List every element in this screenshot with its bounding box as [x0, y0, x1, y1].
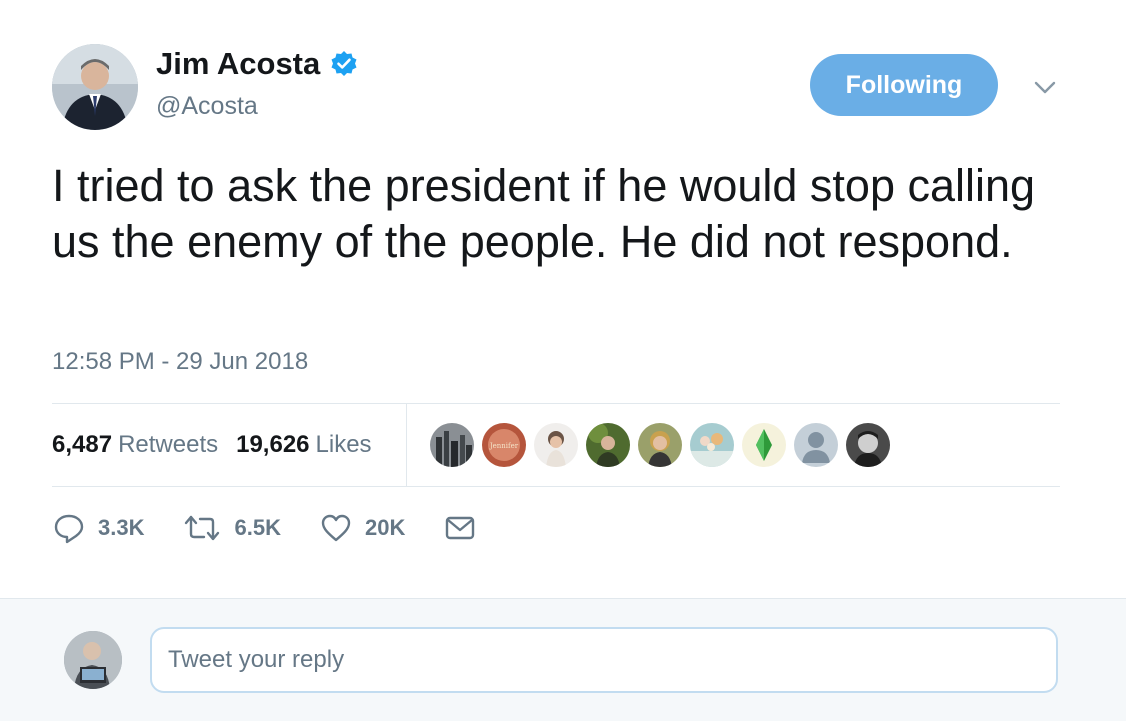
divider-bottom [52, 486, 1060, 487]
liker-avatar[interactable] [430, 423, 474, 467]
tweet-actions: 3.3K 6.5K 20K [52, 506, 515, 550]
author-handle[interactable]: @Acosta [156, 92, 258, 121]
tweet-card: Jim Acosta @Acosta Following I tried to … [0, 0, 1126, 598]
retweet-count: 6.5K [234, 515, 281, 540]
liker-avatar[interactable] [690, 423, 734, 467]
liker-avatar[interactable]: Jennifer [482, 423, 526, 467]
reply-count: 3.3K [98, 515, 145, 540]
likes-label: Likes [315, 431, 372, 458]
stats-divider [406, 404, 407, 486]
liker-avatar[interactable] [534, 423, 578, 467]
retweet-icon [185, 515, 220, 541]
liker-avatar[interactable] [586, 423, 630, 467]
author-avatar[interactable] [52, 44, 138, 130]
liker-avatar[interactable] [794, 423, 838, 467]
retweets-count: 6,487 [52, 431, 113, 458]
tweet-text: I tried to ask the president if he would… [52, 160, 1036, 267]
reply-area [0, 598, 1126, 721]
like-button[interactable]: 20K [319, 512, 405, 544]
tweet-timestamp[interactable]: 12:58 PM - 29 Jun 2018 [52, 348, 308, 376]
verified-badge-icon [331, 51, 357, 76]
retweets-label: Retweets [118, 431, 219, 458]
direct-message-button[interactable] [443, 512, 477, 544]
envelope-icon [446, 516, 475, 540]
like-count: 20K [364, 515, 406, 540]
reply-icon [54, 514, 84, 544]
liker-avatar[interactable] [742, 423, 786, 467]
likes-count: 19,626 [236, 431, 310, 458]
current-user-avatar[interactable] [64, 631, 122, 689]
likes-stat[interactable]: 19,626 Likes [236, 431, 371, 459]
liker-avatar[interactable] [638, 423, 682, 467]
retweets-stat[interactable]: 6,487 Retweets [52, 431, 218, 459]
author-name-row: Jim Acosta [156, 44, 358, 84]
reply-input[interactable] [150, 627, 1058, 693]
liker-avatars: Jennifer [430, 423, 898, 467]
heart-icon [321, 514, 351, 542]
tweet-stats: 6,487 Retweets 19,626 Likes [52, 404, 390, 486]
liker-avatar[interactable] [846, 423, 890, 467]
chevron-down-icon[interactable] [1030, 74, 1060, 100]
retweet-button[interactable]: 6.5K [182, 512, 281, 544]
liker-avatar-text: Jennifer [489, 442, 519, 450]
reply-button[interactable]: 3.3K [52, 512, 144, 544]
author-name[interactable]: Jim Acosta [156, 46, 320, 82]
following-button[interactable]: Following [810, 54, 998, 116]
